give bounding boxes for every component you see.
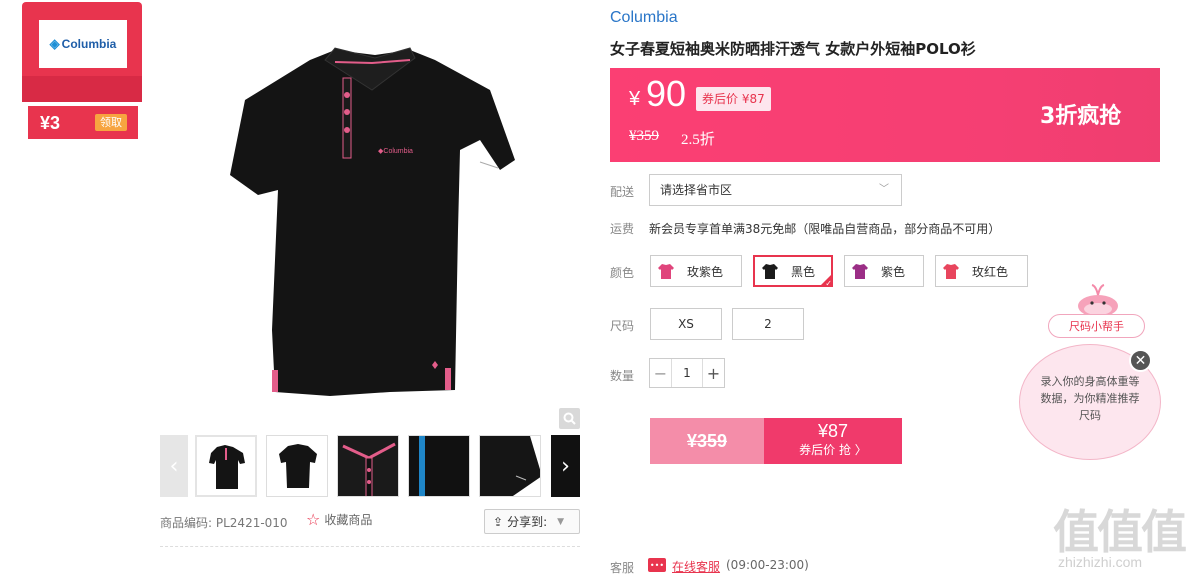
region-select-value: 请选择省市区	[660, 183, 733, 197]
original-price: ¥359	[629, 128, 659, 144]
chevron-down-icon: ﹀	[879, 184, 889, 195]
thumbnail[interactable]	[266, 435, 328, 497]
coupon-buy-price: ¥87	[817, 421, 849, 441]
coupon-bottom: ¥3 领取	[28, 106, 138, 139]
color-option-label: 玫红色	[972, 264, 1009, 279]
coupon-fold	[22, 76, 142, 102]
current-price: 90	[646, 73, 687, 114]
share-label: 分享到:	[507, 515, 548, 529]
polo-shirt-image: ◆Columbia	[230, 47, 515, 396]
close-icon[interactable]: ✕	[1129, 349, 1152, 372]
watermark-site: zhizhizhi.com	[1058, 554, 1143, 570]
size-helper-title[interactable]: 尺码小帮手	[1048, 314, 1145, 338]
main-product-image[interactable]: ◆Columbia	[160, 30, 580, 430]
currency-symbol: ¥	[629, 88, 641, 110]
divider	[160, 546, 580, 547]
chevron-right-icon: ›	[561, 453, 570, 479]
quantity-increase-button[interactable]: +	[702, 359, 724, 387]
quantity-label: 数量	[610, 369, 635, 383]
online-service-link[interactable]: 在线客服	[672, 558, 720, 575]
favorite-label: 收藏商品	[324, 513, 373, 527]
color-option-label: 黑色	[791, 264, 816, 279]
coupon-amount: ¥3	[40, 113, 61, 133]
chevron-left-icon: ‹	[169, 453, 179, 479]
promo-label: 3折疯抢	[1040, 104, 1122, 129]
service-hours: (09:00-23:00)	[726, 558, 809, 572]
quantity-decrease-button[interactable]: −	[650, 359, 672, 387]
color-option-rose-red[interactable]: 玫红色	[935, 255, 1028, 287]
product-code-value: PL2421-010	[215, 516, 288, 530]
columbia-diamond-icon: ◈	[49, 36, 60, 51]
thumbnail[interactable]	[408, 435, 470, 497]
caret-down-icon: ▼	[557, 516, 565, 527]
product-code-label: 商品编码:	[160, 516, 213, 530]
size-option-2[interactable]: 2	[732, 308, 804, 340]
magnifier-icon[interactable]	[559, 408, 580, 429]
share-dropdown[interactable]: ⇪ 分享到: ▼	[484, 509, 580, 534]
color-option-label: 紫色	[881, 264, 906, 279]
star-icon: ☆	[306, 509, 321, 529]
share-icon: ⇪	[493, 514, 504, 529]
shirt-icon	[762, 264, 778, 279]
shirt-icon	[943, 264, 959, 279]
discount-rate: 2.5折	[681, 132, 715, 148]
coupon-buy-label: 券后价 抢 〉	[799, 443, 867, 457]
brand-logo-text: Columbia	[61, 37, 117, 51]
mascot-icon	[1072, 282, 1124, 318]
thumbnail[interactable]	[479, 435, 541, 497]
region-select[interactable]: 请选择省市区 ﹀	[649, 174, 902, 206]
thumbnail[interactable]	[337, 435, 399, 497]
size-label: 尺码	[610, 319, 635, 333]
favorite-button[interactable]: ☆ 收藏商品	[306, 511, 372, 528]
coupon-claim-button[interactable]: 领取	[95, 114, 127, 131]
coupon-divider	[28, 103, 136, 104]
product-code: 商品编码: PL2421-010	[160, 514, 288, 531]
thumbnail-prev-button[interactable]: ‹	[160, 435, 188, 497]
buy-original-price-button[interactable]: ¥359	[650, 418, 764, 464]
color-option-black[interactable]: 黑色	[753, 255, 833, 287]
size-option-xs[interactable]: XS	[650, 308, 722, 340]
color-option-rose-purple[interactable]: 玫紫色	[650, 255, 742, 287]
size-helper-text: 录入你的身高体重等数据，为你精准推荐尺码	[1040, 375, 1140, 422]
freight-label: 运费	[610, 222, 635, 236]
watermark-logo: 值值值	[1053, 505, 1187, 559]
quantity-value[interactable]: 1	[672, 359, 702, 387]
delivery-label: 配送	[610, 185, 635, 199]
quantity-stepper: − 1 +	[649, 358, 725, 388]
color-option-purple[interactable]: 紫色	[844, 255, 924, 287]
product-title: 女子春夏短袖奥米防晒排汗透气 女款户外短袖POLO衫	[610, 40, 976, 58]
shirt-icon	[852, 264, 868, 279]
svg-text:◆Columbia: ◆Columbia	[378, 148, 413, 155]
buy-with-coupon-button[interactable]: ¥87 券后价 抢 〉	[764, 418, 902, 464]
thumbnail-next-button[interactable]: ›	[551, 435, 580, 497]
color-label: 颜色	[610, 266, 635, 280]
after-coupon-badge: 券后价 ¥87	[696, 87, 771, 111]
shirt-icon	[658, 264, 674, 279]
brand-link[interactable]: Columbia	[610, 9, 678, 27]
chat-icon[interactable]: •••	[648, 558, 666, 572]
coupon-card[interactable]: ◈ Columbia ¥3 领取	[22, 2, 142, 139]
brand-logo: ◈ Columbia	[39, 20, 127, 68]
thumbnail[interactable]	[195, 435, 257, 497]
color-option-label: 玫紫色	[687, 264, 724, 279]
service-label: 客服	[610, 561, 635, 575]
selected-check-icon	[819, 273, 833, 287]
freight-info: 新会员专享首单满38元免邮（限唯品自营商品，部分商品不可用）	[649, 222, 1001, 236]
